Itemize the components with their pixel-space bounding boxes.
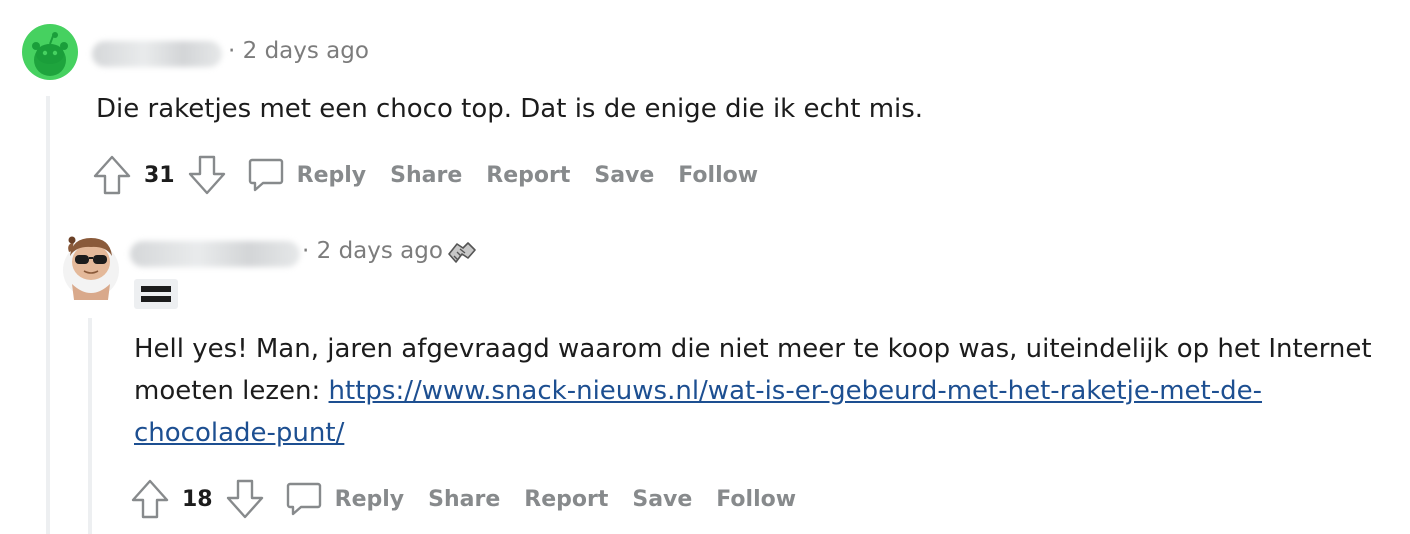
follow-button[interactable]: Follow (678, 163, 758, 188)
reply-label[interactable]: Reply (335, 487, 405, 512)
follow-button[interactable]: Follow (716, 487, 796, 512)
handshake-award-icon[interactable] (446, 238, 478, 272)
meta-separator: · (228, 38, 236, 64)
reply-button[interactable]: Reply (285, 480, 405, 518)
report-button[interactable]: Report (486, 163, 570, 188)
comment-meta: · 2 days ago (228, 38, 369, 64)
meta-separator: · (302, 238, 310, 264)
flair-equals-bar (141, 296, 171, 302)
flair-equals-icon (141, 286, 171, 292)
vote-count: 18 (182, 486, 213, 512)
upvote-icon (131, 479, 169, 519)
downvote-button[interactable] (225, 478, 265, 520)
downvote-icon (188, 155, 225, 195)
thread-line-level-1[interactable] (46, 96, 50, 534)
reply-button[interactable]: Reply (247, 156, 367, 194)
downvote-icon (226, 479, 263, 519)
upvote-button[interactable] (92, 154, 132, 196)
username-blurred[interactable] (130, 241, 300, 267)
thread-line-level-2[interactable] (88, 318, 92, 534)
vote-count: 31 (144, 162, 175, 188)
upvote-button[interactable] (130, 478, 170, 520)
upvote-icon (93, 155, 131, 195)
share-button[interactable]: Share (428, 487, 500, 512)
timestamp[interactable]: 2 days ago (317, 238, 443, 264)
comment-bubble-icon (286, 482, 321, 516)
comment-bubble-icon (248, 158, 283, 192)
downvote-button[interactable] (187, 154, 227, 196)
avatar[interactable] (22, 24, 78, 80)
timestamp[interactable]: 2 days ago (243, 38, 369, 64)
save-button[interactable]: Save (632, 487, 692, 512)
comment-actions: 31 Reply Share Report Save Follow (92, 153, 758, 197)
username-blurred[interactable] (92, 41, 222, 67)
user-flair (134, 279, 178, 309)
sunglasses-avatar-icon (63, 236, 119, 300)
reply-label[interactable]: Reply (297, 163, 367, 188)
share-button[interactable]: Share (390, 163, 462, 188)
comment-body: Hell yes! Man, jaren afgevraagd waarom d… (134, 328, 1394, 454)
save-button[interactable]: Save (594, 163, 654, 188)
report-button[interactable]: Report (524, 487, 608, 512)
snoo-avatar-icon (32, 32, 68, 76)
comment-body: Die raketjes met een choco top. Dat is d… (96, 94, 924, 124)
comment-actions: 18 Reply Share Report Save Follow (130, 477, 796, 521)
comment-meta: · 2 days ago (302, 238, 443, 264)
avatar[interactable] (62, 228, 120, 300)
